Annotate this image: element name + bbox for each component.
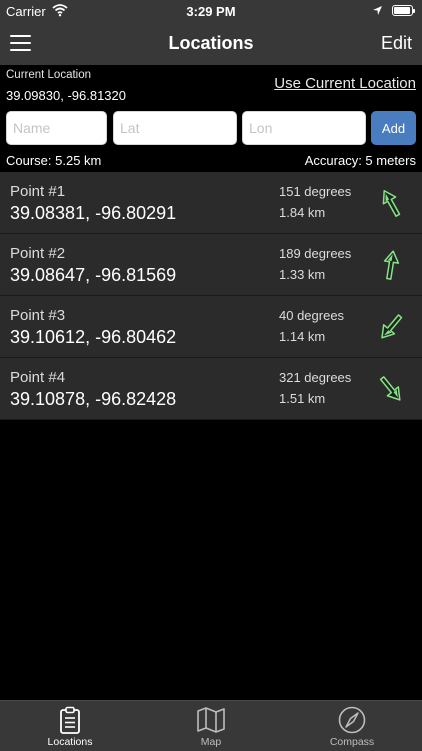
current-location-label: Current Location xyxy=(6,69,92,81)
use-current-location-link[interactable]: Use Current Location xyxy=(274,75,416,92)
direction-arrow-icon xyxy=(374,186,408,220)
point-distance: 1.33 km xyxy=(279,267,326,282)
direction-arrow-icon xyxy=(374,248,408,282)
tab-bar: Locations Map Compass xyxy=(0,700,422,751)
point-bearing: 321 degrees xyxy=(279,370,352,385)
point-distance: 1.84 km xyxy=(279,205,326,220)
tab-label: Map xyxy=(200,736,222,748)
point-name: Point #4 xyxy=(10,369,66,386)
point-bearing: 151 degrees xyxy=(279,184,352,199)
tab-compass[interactable]: Compass xyxy=(282,701,422,751)
battery-icon xyxy=(392,5,415,16)
point-coords: 39.10878, -96.82428 xyxy=(10,389,177,409)
current-location-value: 39.09830, -96.81320 xyxy=(6,88,126,103)
compass-icon xyxy=(337,705,367,735)
battery-fill xyxy=(394,7,411,14)
map-icon xyxy=(196,705,226,735)
tab-map[interactable]: Map xyxy=(141,701,281,751)
nav-bar: Locations Edit xyxy=(0,22,422,65)
lat-field-wrapper xyxy=(113,111,237,145)
point-coords: 39.08381, -96.80291 xyxy=(10,203,177,223)
lon-field-wrapper xyxy=(242,111,366,145)
location-arrow-icon xyxy=(372,4,383,19)
points-list: Point #1 39.08381, -96.80291 151 degrees… xyxy=(0,172,422,420)
accuracy-label: Accuracy: 5 meters xyxy=(304,153,416,168)
tab-label: Compass xyxy=(329,736,375,748)
add-button[interactable]: Add xyxy=(371,111,416,145)
point-bearing: 189 degrees xyxy=(279,246,352,261)
name-input[interactable] xyxy=(7,112,106,144)
point-name: Point #3 xyxy=(10,307,66,324)
point-name: Point #2 xyxy=(10,245,66,262)
direction-arrow-icon xyxy=(374,310,408,344)
list-item-point-3[interactable]: Point #3 39.10612, -96.80462 40 degrees … xyxy=(0,296,422,358)
list-item-point-1[interactable]: Point #1 39.08381, -96.80291 151 degrees… xyxy=(0,172,422,234)
lat-input[interactable] xyxy=(114,112,236,144)
point-bearing: 40 degrees xyxy=(279,308,345,323)
tab-locations[interactable]: Locations xyxy=(0,701,140,751)
lon-input[interactable] xyxy=(243,112,365,144)
edit-button[interactable]: Edit xyxy=(381,33,412,54)
page-title: Locations xyxy=(168,33,254,53)
course-label: Course: 5.25 km xyxy=(6,153,102,168)
list-item-point-2[interactable]: Point #2 39.08647, -96.81569 189 degrees… xyxy=(0,234,422,296)
name-field-wrapper xyxy=(6,111,107,145)
direction-arrow-icon xyxy=(374,372,408,406)
clipboard-icon xyxy=(55,705,85,735)
point-distance: 1.51 km xyxy=(279,391,326,406)
tab-label: Locations xyxy=(47,736,93,748)
status-time: 3:29 PM xyxy=(186,4,236,19)
point-coords: 39.10612, -96.80462 xyxy=(10,327,177,347)
list-item-point-4[interactable]: Point #4 39.10878, -96.82428 321 degrees… xyxy=(0,358,422,420)
point-name: Point #1 xyxy=(10,183,66,200)
point-coords: 39.08647, -96.81569 xyxy=(10,265,177,285)
point-distance: 1.14 km xyxy=(279,329,326,344)
status-bar: Carrier 3:29 PM xyxy=(0,0,422,22)
